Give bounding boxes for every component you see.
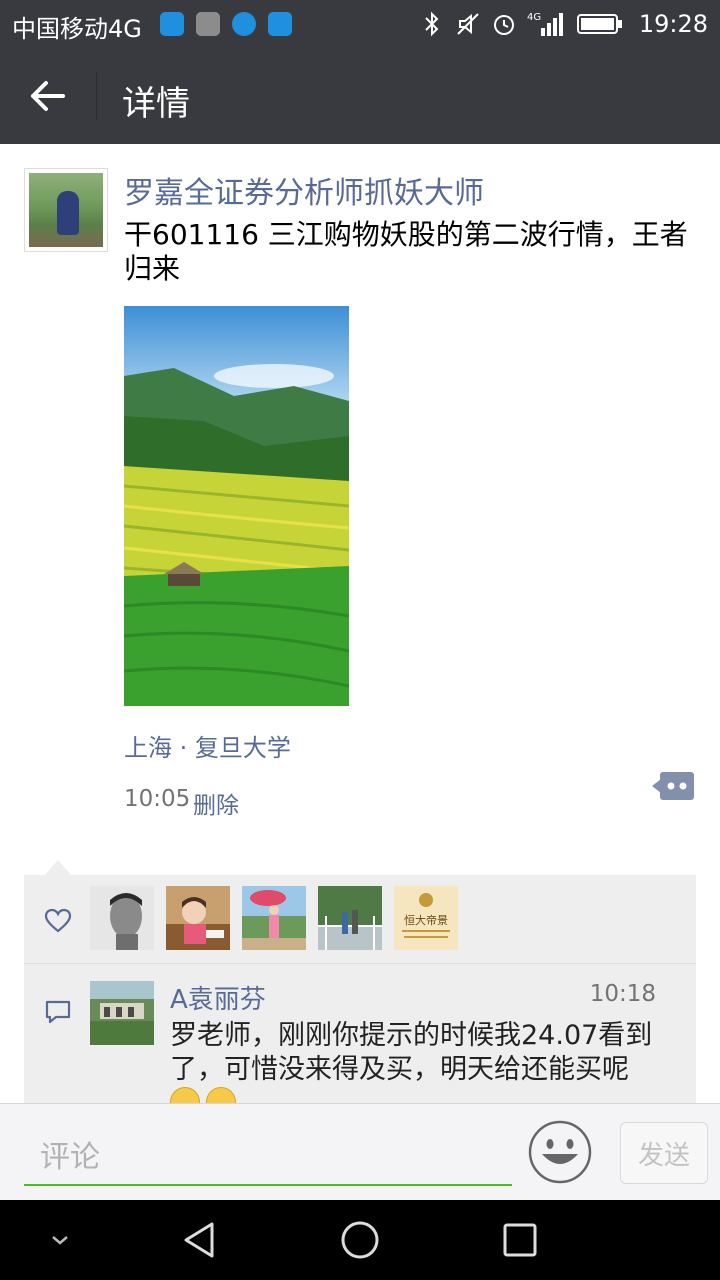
like-avatar[interactable] [90, 886, 154, 950]
commenter-avatar[interactable] [90, 981, 154, 1045]
like-avatar[interactable] [242, 886, 306, 950]
app-notification-icon [160, 12, 184, 36]
likes-comments-panel: 恒大帝景 A袁丽芬 10:18 罗老师，刚刚你提示的时候我24.07看到了，可惜… [24, 875, 696, 1117]
post-image[interactable] [124, 306, 349, 706]
author-name[interactable]: 罗嘉全证券分析师抓妖大师 [124, 168, 484, 212]
square-recents-icon [503, 1223, 537, 1257]
triangle-back-icon [184, 1222, 214, 1258]
like-avatar-text: 恒大帝景 [404, 913, 448, 927]
comment-time: 10:18 [589, 981, 656, 1007]
comment-icon [45, 1000, 71, 1024]
delete-button[interactable]: 删除 [193, 786, 239, 820]
back-button[interactable] [20, 70, 76, 122]
nav-home-button[interactable] [336, 1216, 384, 1264]
wifi-notification-icon [268, 12, 292, 36]
signal-icon: 4G [527, 11, 567, 37]
bluetooth-icon [419, 11, 445, 37]
carrier-label: 中国移动4G [12, 15, 142, 43]
post-text: 干601116 三江购物妖股的第二波行情，王者归来 [124, 218, 688, 285]
app-header: 详情 [0, 48, 720, 144]
page-title: 详情 [122, 84, 190, 124]
silent-icon [455, 11, 481, 37]
svg-text:4G: 4G [527, 12, 541, 23]
smiley-icon [528, 1120, 592, 1184]
comment-input[interactable] [24, 1130, 512, 1186]
chat-notification-icon [232, 12, 256, 36]
status-bar: 中国移动4G 4G 19:28 [0, 0, 720, 48]
send-button[interactable]: 发送 [620, 1122, 708, 1184]
like-avatar[interactable] [318, 886, 382, 950]
more-dots-icon [652, 772, 694, 800]
commenter-name[interactable]: A袁丽芬 [170, 979, 266, 1016]
comment-bar: 发送 [0, 1103, 720, 1200]
gallery-notification-icon [196, 12, 220, 36]
chevron-down-icon [52, 1236, 68, 1245]
nav-back-button[interactable] [176, 1216, 224, 1264]
like-avatar[interactable]: 恒大帝景 [394, 886, 458, 950]
like-avatar[interactable] [166, 886, 230, 950]
clock: 19:28 [638, 10, 708, 38]
circle-home-icon [341, 1221, 379, 1259]
arrow-left-icon [31, 81, 65, 111]
comment-like-menu-button[interactable] [652, 770, 696, 802]
nav-recents-button[interactable] [496, 1216, 544, 1264]
comment-text[interactable]: 罗老师，刚刚你提示的时候我24.07看到了，可惜没来得及买，明天给还能买呢 [170, 1019, 670, 1087]
hide-keyboard-button[interactable] [36, 1216, 84, 1264]
emoji-button[interactable] [528, 1120, 592, 1184]
author-avatar[interactable] [24, 168, 108, 252]
system-nav-bar [0, 1200, 720, 1280]
battery-icon [576, 11, 623, 37]
post-time: 10:05 [124, 786, 191, 812]
panel-divider [24, 963, 696, 964]
bubble-arrow [44, 860, 72, 876]
header-divider [96, 72, 97, 120]
heart-icon [44, 908, 72, 933]
alarm-icon [491, 11, 517, 37]
post-location[interactable]: 上海 · 复旦大学 [124, 728, 291, 763]
